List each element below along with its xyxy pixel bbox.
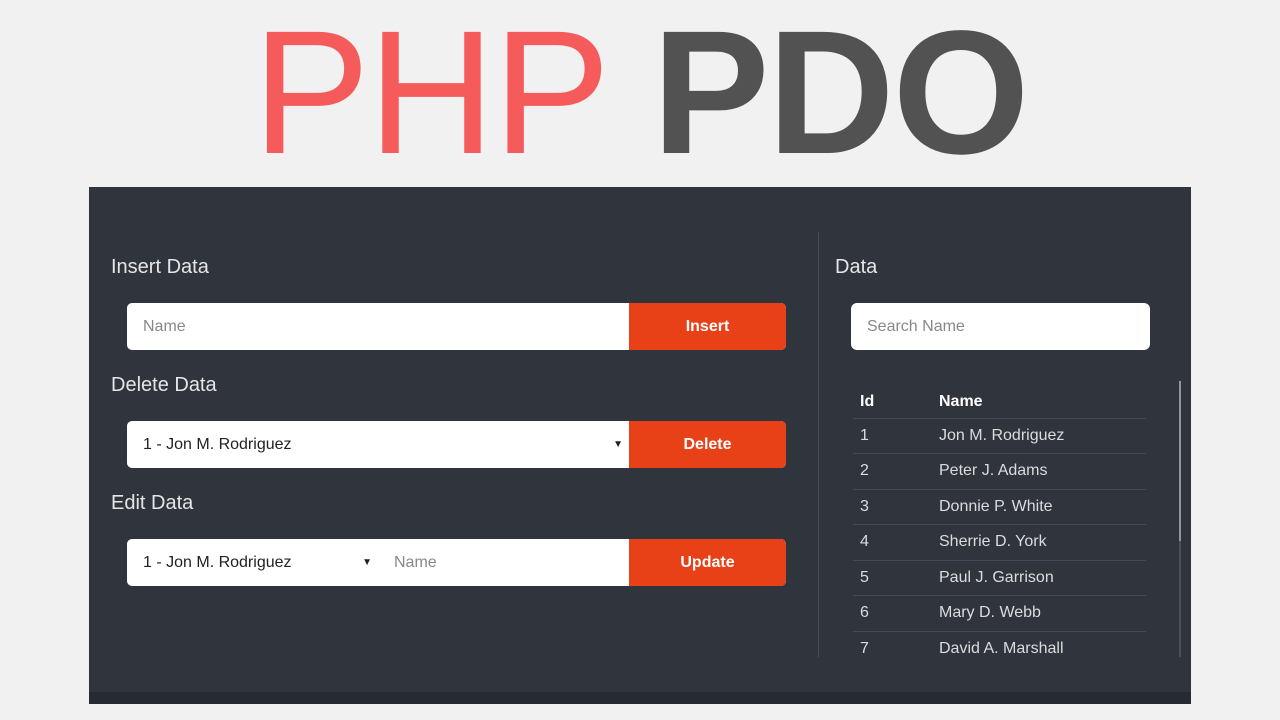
cell-name: Jon M. Rodriguez <box>932 418 1146 454</box>
app-panel: Insert Data Name Insert Delete Data 1 - … <box>89 187 1191 704</box>
cell-id: 3 <box>853 489 932 525</box>
cell-id: 2 <box>853 453 932 490</box>
table-row[interactable]: 5 Paul J. Garrison <box>853 560 1146 596</box>
cell-name: David A. Marshall <box>939 640 1064 657</box>
delete-form: 1 - Jon M. Rodriguez ▼ Delete <box>127 421 786 468</box>
delete-heading: Delete Data <box>111 374 217 396</box>
data-table: Id Name 1 Jon M. Rodriguez 2 Peter J. Adams 3… <box>853 387 1146 667</box>
cell-id: 6 <box>853 595 932 632</box>
title-php: PHP <box>252 0 608 191</box>
cell-id: 4 <box>853 524 932 561</box>
table-row[interactable]: 1 Jon M. Rodriguez <box>853 418 1146 454</box>
insert-form: Name Insert <box>127 303 786 350</box>
delete-select-value: 1 - Jon M. Rodriguez <box>143 435 292 453</box>
data-heading: Data <box>835 256 878 278</box>
edit-heading: Edit Data <box>111 492 194 514</box>
cell-name: Mary D. Webb <box>932 595 1146 632</box>
scrollbar-thumb[interactable] <box>1179 381 1181 541</box>
page-title: PHP PDO <box>0 5 1280 181</box>
table-row[interactable]: 6 Mary D. Webb <box>853 595 1146 632</box>
edit-form: 1 - Jon M. Rodriguez ▼ Name Update <box>127 539 786 586</box>
delete-select[interactable]: 1 - Jon M. Rodriguez ▼ <box>127 421 629 468</box>
column-header-name: Name <box>932 387 1146 419</box>
cell-name: Paul J. Garrison <box>932 560 1146 596</box>
cell-name: Peter J. Adams <box>932 453 1146 490</box>
insert-button[interactable]: Insert <box>629 303 786 350</box>
cell-id: 5 <box>853 560 932 596</box>
table-row[interactable]: 7 David A. Marshall <box>853 631 1146 667</box>
column-header-id: Id <box>853 387 932 419</box>
cell-name: Sherrie D. York <box>932 524 1146 561</box>
dropdown-arrow-icon: ▼ <box>613 439 623 450</box>
delete-button[interactable]: Delete <box>629 421 786 468</box>
edit-select-value: 1 - Jon M. Rodriguez <box>143 553 292 571</box>
update-button[interactable]: Update <box>629 539 786 586</box>
table-row[interactable]: 4 Sherrie D. York <box>853 524 1146 561</box>
table-row[interactable]: 2 Peter J. Adams <box>853 453 1146 490</box>
insert-heading: Insert Data <box>111 256 209 278</box>
edit-name-input[interactable]: Name <box>378 539 629 586</box>
cell-id: 7 <box>860 640 869 657</box>
search-input[interactable]: Search Name <box>851 303 1150 350</box>
insert-name-input[interactable]: Name <box>127 303 629 350</box>
cell-id: 1 <box>853 418 932 454</box>
edit-select[interactable]: 1 - Jon M. Rodriguez ▼ <box>127 539 378 586</box>
table-row[interactable]: 3 Donnie P. White <box>853 489 1146 525</box>
title-pdo: PDO <box>652 0 1029 191</box>
dropdown-arrow-icon: ▼ <box>362 557 372 568</box>
cell-name: Donnie P. White <box>932 489 1146 525</box>
column-divider <box>818 232 819 657</box>
